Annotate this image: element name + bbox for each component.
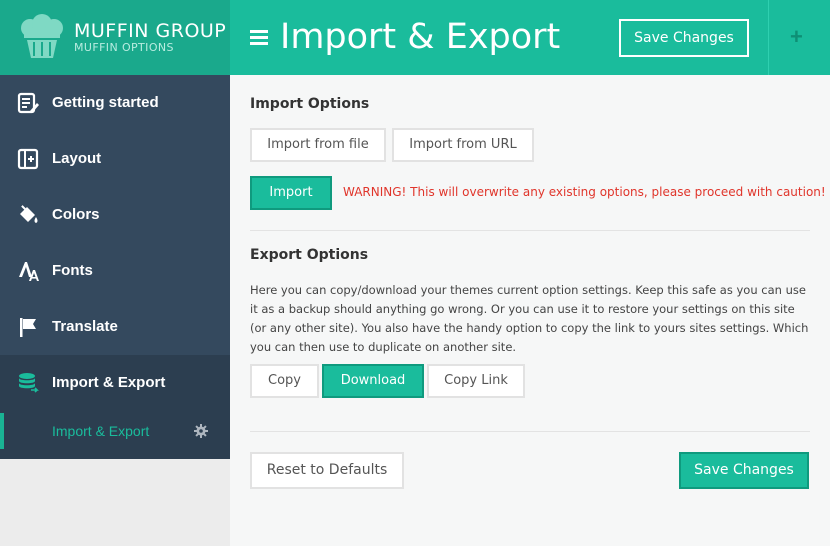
copy-link-button[interactable]: Copy Link: [427, 364, 525, 398]
sidebar-subitem-import-export[interactable]: Import & Export: [0, 411, 230, 459]
plus-icon[interactable]: +: [790, 24, 803, 50]
muffin-icon: [21, 14, 63, 58]
import-warning: WARNING! This will overwrite any existin…: [343, 185, 826, 199]
save-changes-button-footer[interactable]: Save Changes: [679, 452, 809, 489]
edit-list-icon: [17, 92, 39, 114]
main-content: Import Options Import from file Import f…: [230, 75, 830, 546]
download-button[interactable]: Download: [322, 364, 424, 398]
sidebar-item-label: Translate: [52, 318, 118, 335]
import-from-url-tab[interactable]: Import from URL: [392, 128, 534, 162]
sidebar-item-translate[interactable]: Translate: [0, 299, 230, 355]
brand-subtitle: MUFFIN OPTIONS: [74, 41, 174, 54]
brand-name: MUFFIN GROUP: [74, 20, 227, 42]
save-changes-button-header[interactable]: Save Changes: [619, 19, 749, 57]
page-header: Import & Export Save Changes +: [230, 0, 830, 75]
paint-bucket-icon: [20, 205, 38, 223]
active-indicator: [0, 413, 4, 449]
page-title: Import & Export: [280, 17, 561, 57]
font-icon: [19, 262, 39, 281]
header-divider: [768, 0, 769, 75]
sidebar-item-label: Fonts: [52, 262, 93, 279]
sidebar-subitem-label: Import & Export: [52, 423, 150, 439]
divider: [250, 431, 810, 432]
sidebar-item-label: Layout: [52, 150, 102, 167]
import-button[interactable]: Import: [250, 176, 332, 210]
hamburger-icon[interactable]: [250, 30, 268, 46]
sidebar-item-colors[interactable]: Colors: [0, 187, 230, 243]
sidebar-item-layout[interactable]: Layout: [0, 131, 230, 187]
import-options-title: Import Options: [250, 96, 370, 112]
database-icon: [19, 373, 39, 393]
flag-icon: [20, 318, 36, 337]
gear-icon: [194, 424, 208, 438]
sidebar-item-label: Colors: [52, 206, 100, 223]
export-options-title: Export Options: [250, 247, 369, 263]
sidebar-item-import-export[interactable]: Import & Export: [0, 355, 230, 411]
brand-header: MUFFIN GROUP MUFFIN OPTIONS: [0, 0, 230, 75]
sidebar: MUFFIN GROUP MUFFIN OPTIONS Getting star…: [0, 0, 230, 546]
sidebar-item-label: Import & Export: [52, 374, 166, 391]
copy-button[interactable]: Copy: [250, 364, 319, 398]
divider: [250, 230, 810, 231]
import-from-file-tab[interactable]: Import from file: [250, 128, 386, 162]
sidebar-item-label: Getting started: [52, 94, 159, 111]
sidebar-item-fonts[interactable]: Fonts: [0, 243, 230, 299]
export-description: Here you can copy/download your themes c…: [250, 283, 809, 354]
reset-to-defaults-button[interactable]: Reset to Defaults: [250, 452, 404, 489]
sidebar-item-getting-started[interactable]: Getting started: [0, 75, 230, 131]
layout-icon: [17, 148, 39, 170]
sidebar-nav: Getting started Layout Colors Fonts Tran…: [0, 75, 230, 459]
